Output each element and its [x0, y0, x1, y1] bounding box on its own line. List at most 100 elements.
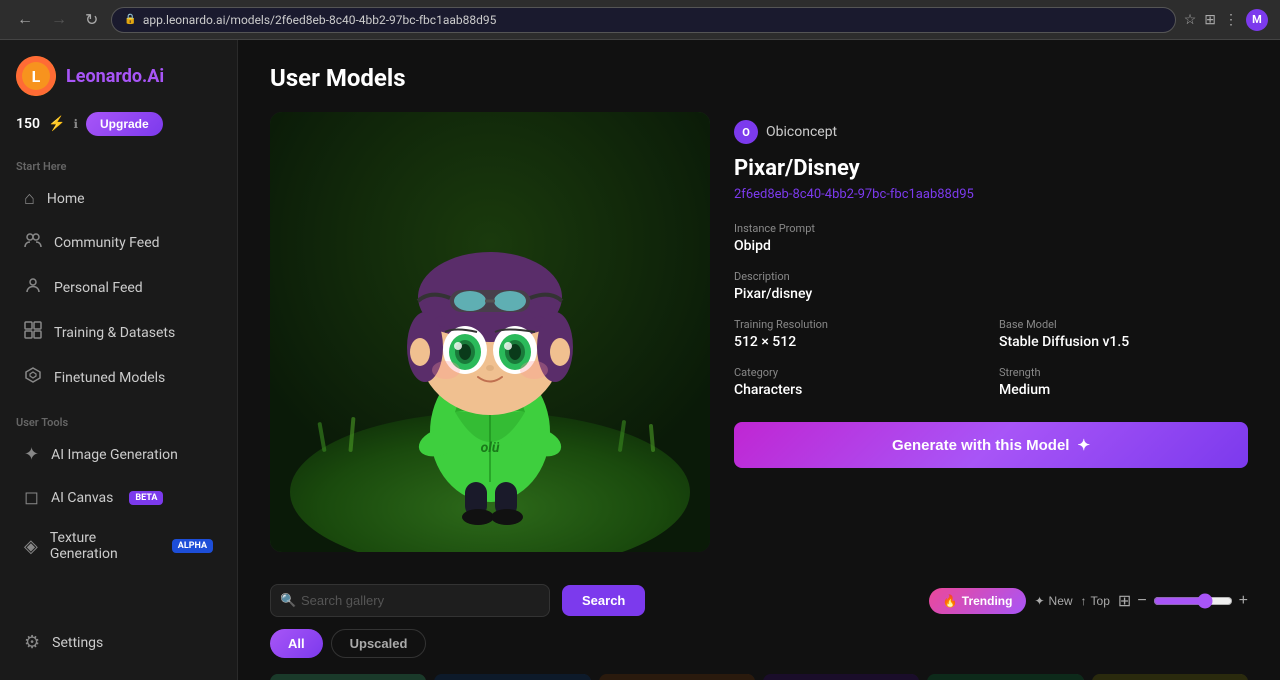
category-row: Category Characters: [734, 366, 983, 398]
sidebar-item-personal-feed-label: Personal Feed: [54, 280, 143, 296]
browser-chrome: ← → ↻ 🔒 app.leonardo.ai/models/2f6ed8eb-…: [0, 0, 1280, 40]
strength-value: Medium: [999, 382, 1248, 398]
zoom-slider[interactable]: [1153, 593, 1233, 609]
view-controls: ⊞ − +: [1118, 591, 1248, 611]
training-resolution-label: Training Resolution: [734, 318, 983, 331]
model-name: Pixar/Disney: [734, 156, 1248, 181]
filter-upscaled-tab[interactable]: Upscaled: [331, 629, 427, 658]
sidebar-item-community-feed[interactable]: Community Feed: [8, 221, 229, 264]
sidebar-item-ai-image-label: AI Image Generation: [51, 447, 178, 463]
gallery-thumbnail[interactable]: [927, 674, 1083, 680]
top-label: Top: [1091, 594, 1110, 608]
lock-icon: 🔒: [124, 14, 136, 25]
model-creator: O Obiconcept: [734, 120, 1248, 144]
browser-actions: ☆ ⊞ ⋮ M: [1184, 9, 1268, 31]
trending-button[interactable]: 🔥 Trending: [929, 588, 1027, 614]
training-resolution-value: 512 × 512: [734, 334, 983, 350]
sidebar-item-home-label: Home: [47, 191, 85, 207]
sidebar-item-finetuned-label: Finetuned Models: [54, 370, 165, 386]
top-button[interactable]: ↑ Top: [1081, 594, 1110, 608]
model-image: olü: [270, 112, 710, 552]
instance-prompt-value: Obipd: [734, 238, 1248, 254]
new-button[interactable]: ✦ New: [1034, 594, 1072, 608]
logo-avatar: L: [16, 56, 56, 96]
token-info-button[interactable]: ℹ: [73, 117, 78, 131]
beta-badge: BETA: [129, 491, 163, 505]
instance-prompt-label: Instance Prompt: [734, 222, 1248, 235]
sidebar-item-settings[interactable]: ⚙ Settings: [8, 622, 229, 663]
base-model-value: Stable Diffusion v1.5: [999, 334, 1248, 350]
texture-icon: ◈: [24, 536, 38, 557]
gallery-thumbnail[interactable]: [434, 674, 590, 680]
address-bar: 🔒 app.leonardo.ai/models/2f6ed8eb-8c40-4…: [111, 7, 1175, 33]
personal-icon: [24, 276, 42, 299]
forward-button[interactable]: →: [46, 9, 72, 31]
meta-grid: Training Resolution 512 × 512 Base Model…: [734, 318, 1248, 398]
filter-all-tab[interactable]: All: [270, 629, 323, 658]
bookmark-button[interactable]: ☆: [1184, 11, 1197, 28]
generate-button[interactable]: Generate with this Model ✦: [734, 422, 1248, 468]
svg-text:L: L: [32, 67, 41, 86]
description-label: Description: [734, 270, 1248, 283]
training-icon: [24, 321, 42, 344]
settings-icon: ⚙: [24, 632, 40, 653]
sidebar-item-ai-canvas[interactable]: ◻ AI Canvas BETA: [8, 477, 229, 518]
search-input[interactable]: [270, 584, 550, 617]
gallery-thumbnail[interactable]: [763, 674, 919, 680]
top-icon: ↑: [1081, 594, 1087, 608]
category-label: Category: [734, 366, 983, 379]
gallery-right-controls: 🔥 Trending ✦ New ↑ Top ⊞ − +: [929, 588, 1248, 614]
sidebar-item-finetuned[interactable]: Finetuned Models: [8, 356, 229, 399]
finetuned-icon: [24, 366, 42, 389]
sidebar-item-settings-label: Settings: [52, 635, 103, 651]
gallery-thumbnail[interactable]: [599, 674, 755, 680]
sidebar-item-texture[interactable]: ◈ Texture Generation ALPHA: [8, 520, 229, 572]
logo-text: Leonardo.Ai: [66, 66, 164, 87]
model-id: 2f6ed8eb-8c40-4bb2-97bc-fbc1aab88d95: [734, 187, 1248, 202]
sidebar-item-training[interactable]: Training & Datasets: [8, 311, 229, 354]
base-model-row: Base Model Stable Diffusion v1.5: [999, 318, 1248, 350]
sidebar-item-home[interactable]: ⌂ Home: [8, 178, 229, 219]
upgrade-button[interactable]: Upgrade: [86, 112, 163, 136]
ai-canvas-icon: ◻: [24, 487, 39, 508]
gallery-controls: 🔍 Search 🔥 Trending ✦ New ↑ Top ⊞: [270, 584, 1248, 617]
sidebar-item-ai-canvas-label: AI Canvas: [51, 490, 113, 506]
sidebar-item-texture-label: Texture Generation: [50, 530, 156, 562]
home-icon: ⌂: [24, 188, 35, 209]
url-text: app.leonardo.ai/models/2f6ed8eb-8c40-4bb…: [143, 13, 497, 27]
menu-button[interactable]: ⋮: [1224, 11, 1238, 28]
browser-user-avatar[interactable]: M: [1246, 9, 1268, 31]
trending-label: Trending: [962, 594, 1013, 608]
search-button[interactable]: Search: [562, 585, 645, 616]
strength-row: Strength Medium: [999, 366, 1248, 398]
description-value: Pixar/disney: [734, 286, 1248, 302]
creator-avatar: O: [734, 120, 758, 144]
search-icon: 🔍: [280, 593, 296, 608]
back-button[interactable]: ←: [12, 9, 38, 31]
trending-icon: 🔥: [943, 594, 958, 608]
category-value: Characters: [734, 382, 983, 398]
description-row: Description Pixar/disney: [734, 270, 1248, 302]
grid-view-button[interactable]: ⊞: [1118, 591, 1131, 611]
new-icon: ✦: [1034, 594, 1044, 608]
user-tools-label: User Tools: [0, 408, 237, 433]
sidebar-item-personal-feed[interactable]: Personal Feed: [8, 266, 229, 309]
page-title: User Models: [270, 64, 1248, 92]
generate-btn-icon: ✦: [1077, 436, 1090, 454]
model-detail: olü: [270, 112, 1248, 552]
extensions-button[interactable]: ⊞: [1204, 11, 1216, 28]
strength-label: Strength: [999, 366, 1248, 379]
instance-prompt-row: Instance Prompt Obipd: [734, 222, 1248, 254]
zoom-out-button[interactable]: −: [1137, 592, 1146, 610]
model-info-panel: O Obiconcept Pixar/Disney 2f6ed8eb-8c40-…: [734, 112, 1248, 552]
gallery-thumbnail[interactable]: [1092, 674, 1248, 680]
token-count: 150: [16, 116, 40, 132]
model-image-container: olü: [270, 112, 710, 552]
sidebar-item-ai-image[interactable]: ✦ AI Image Generation: [8, 434, 229, 475]
sidebar: L Leonardo.Ai 150 ⚡ ℹ Upgrade Start Here…: [0, 40, 238, 680]
zoom-in-button[interactable]: +: [1239, 592, 1248, 610]
refresh-button[interactable]: ↻: [80, 8, 103, 32]
gallery-thumbnail[interactable]: [270, 674, 426, 680]
sidebar-item-community-feed-label: Community Feed: [54, 235, 160, 251]
token-area: 150 ⚡ ℹ Upgrade: [0, 112, 237, 152]
